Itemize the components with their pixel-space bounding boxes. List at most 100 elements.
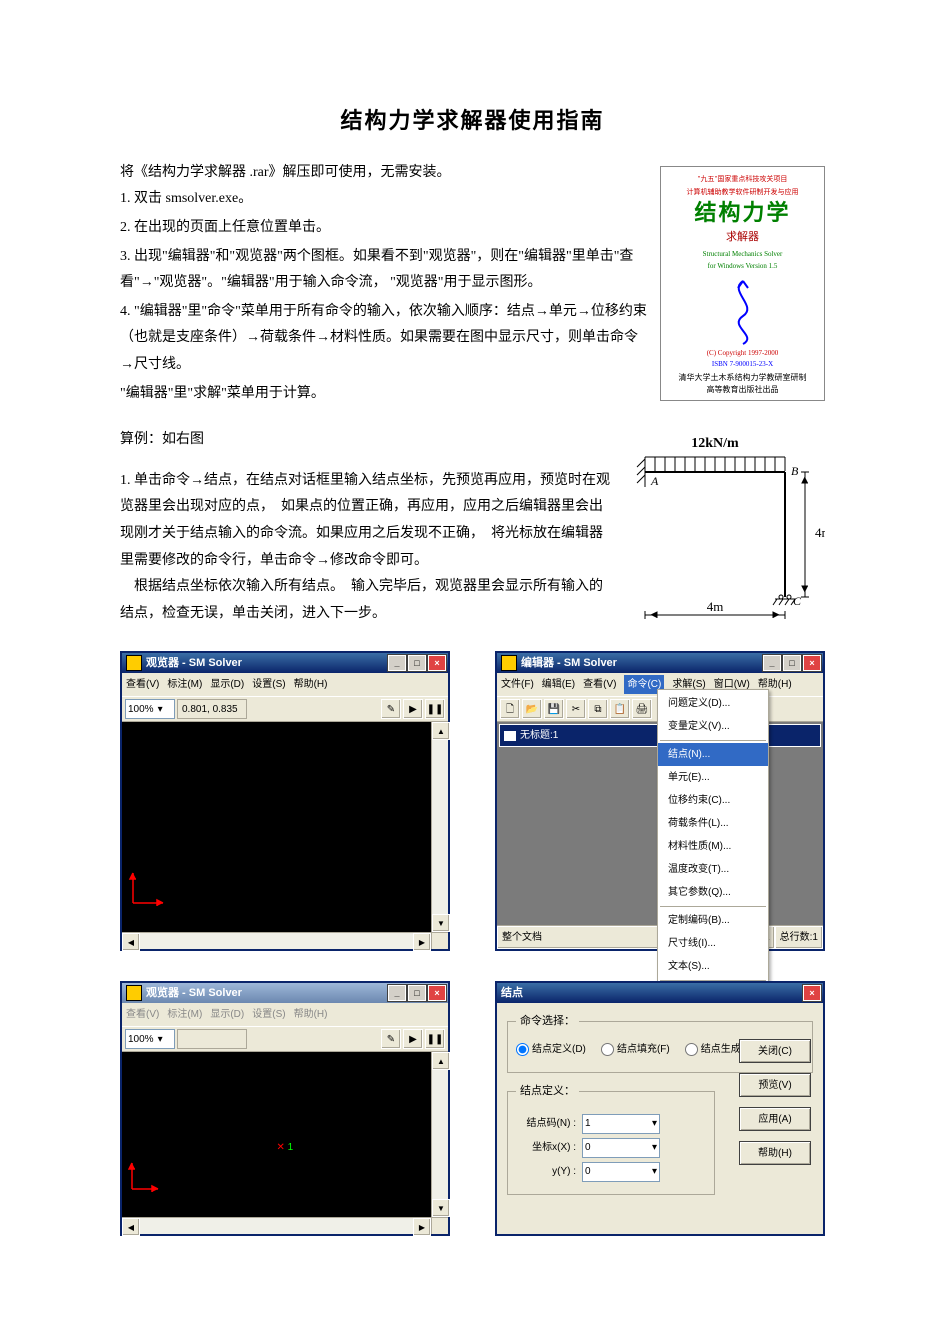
dropdown-item[interactable]: 尺寸线(I)...: [658, 932, 768, 955]
dropdown-item[interactable]: 温度改变(T)...: [658, 858, 768, 881]
maximize-button[interactable]: □: [783, 655, 801, 671]
new-icon[interactable]: 🗋: [500, 699, 520, 719]
menu-item[interactable]: 查看(V): [126, 1005, 159, 1024]
menu-item[interactable]: 编辑(E): [542, 675, 575, 694]
zoom-select[interactable]: 100%: [125, 1029, 175, 1049]
command-dropdown: 问题定义(D)... 变量定义(V)... 结点(N)... 单元(E)... …: [657, 689, 769, 1009]
horizontal-scrollbar[interactable]: ◀▶: [122, 932, 448, 949]
field-label: 坐标x(X) :: [516, 1138, 576, 1157]
splash-english1: Structural Mechanics Solver: [703, 250, 783, 258]
dropdown-item[interactable]: 问题定义(D)...: [658, 692, 768, 715]
splash-big-title: 结构力学: [694, 201, 790, 225]
splash-logo-icon: [718, 275, 768, 347]
window-title: 观览器 - SM Solver: [146, 653, 242, 674]
titlebar-inactive[interactable]: 观览器 - SM Solver _ □ ×: [122, 983, 448, 1003]
beam-diagram: 12kN/m A B C 4m: [625, 427, 825, 627]
radio-define[interactable]: 结点定义(D): [516, 1040, 586, 1059]
field-label: y(Y) :: [516, 1162, 576, 1181]
save-icon[interactable]: 💾: [544, 699, 564, 719]
dialog-titlebar[interactable]: 结点 ×: [497, 983, 823, 1003]
paste-icon[interactable]: 📋: [610, 699, 630, 719]
status-total: 总行数:1: [775, 926, 823, 949]
menu-item[interactable]: 文件(F): [501, 675, 534, 694]
vertical-scrollbar[interactable]: ▲▼: [431, 1052, 448, 1217]
splash-isbn: ISBN 7-900015-23-X: [712, 358, 773, 371]
titlebar[interactable]: 观览器 - SM Solver _ □ ×: [122, 653, 448, 673]
node-B-label: B: [791, 464, 799, 478]
close-button[interactable]: ×: [428, 985, 446, 1001]
minimize-button[interactable]: _: [388, 985, 406, 1001]
dialog-title: 结点: [501, 983, 523, 1004]
close-button[interactable]: ×: [803, 655, 821, 671]
radio-fill[interactable]: 结点填充(F): [601, 1040, 670, 1059]
splash-org2: 高等教育出版社出品: [707, 385, 779, 395]
menu-item[interactable]: 标注(M): [167, 675, 202, 694]
close-button[interactable]: ×: [428, 655, 446, 671]
dropdown-item[interactable]: 定制编码(B)...: [658, 909, 768, 932]
menu-item[interactable]: 查看(V): [583, 675, 616, 694]
dropdown-item[interactable]: 材料性质(M)...: [658, 835, 768, 858]
splash-project-line2: 计算机辅助教学软件研制开发与应用: [687, 188, 799, 197]
viewer-canvas[interactable]: [122, 722, 431, 932]
splash-org1: 清华大学土木系结构力学教研室研制: [679, 373, 807, 383]
open-icon[interactable]: 📂: [522, 699, 542, 719]
step-item: 4. "编辑器"里"命令"菜单用于所有命令的输入，依次输入顺序：结点→单元→位移…: [120, 299, 650, 379]
menu-item[interactable]: 显示(D): [210, 1005, 244, 1024]
dropdown-item[interactable]: 位移约束(C)...: [658, 789, 768, 812]
minimize-button[interactable]: _: [763, 655, 781, 671]
splash-project-line1: "九五"国家重点科技攻关项目: [698, 175, 788, 184]
node-marker: ✕ 1: [277, 1138, 294, 1157]
print-icon[interactable]: 🖨: [632, 699, 652, 719]
width-label: 4m: [707, 599, 724, 614]
splash-english2: for Windows Version 1.5: [708, 262, 778, 270]
dropdown-item[interactable]: 其它参数(Q)...: [658, 881, 768, 904]
preview-button[interactable]: 预览(V): [739, 1073, 811, 1097]
menu-item[interactable]: 标注(M): [167, 1005, 202, 1024]
maximize-button[interactable]: □: [408, 655, 426, 671]
example-label: 算例：如右图: [120, 427, 615, 454]
splash-card: "九五"国家重点科技攻关项目 计算机辅助教学软件研制开发与应用 结构力学 求解器…: [660, 166, 825, 401]
menu-item[interactable]: 查看(V): [126, 675, 159, 694]
tool-icon[interactable]: ✎: [381, 1029, 401, 1049]
play-icon[interactable]: ▶: [403, 1029, 423, 1049]
menu-item[interactable]: 设置(S): [252, 675, 285, 694]
menu-item[interactable]: 设置(S): [252, 1005, 285, 1024]
close-button[interactable]: ×: [803, 985, 821, 1001]
dropdown-item[interactable]: 荷载条件(L)...: [658, 812, 768, 835]
menu-item[interactable]: 显示(D): [210, 675, 244, 694]
pause-icon[interactable]: ❚❚: [425, 1029, 445, 1049]
minimize-button[interactable]: _: [388, 655, 406, 671]
horizontal-scrollbar[interactable]: ◀▶: [122, 1217, 448, 1234]
cut-icon[interactable]: ✂: [566, 699, 586, 719]
close-dialog-button[interactable]: 关闭(C): [739, 1039, 811, 1063]
dropdown-item-highlighted[interactable]: 结点(N)...: [658, 743, 768, 766]
menu-item[interactable]: 帮助(H): [294, 675, 328, 694]
tool-icon[interactable]: ✎: [381, 699, 401, 719]
page-title: 结构力学求解器使用指南: [120, 100, 825, 142]
zoom-select[interactable]: 100%: [125, 699, 175, 719]
copy-icon[interactable]: ⧉: [588, 699, 608, 719]
y-combo[interactable]: 0: [582, 1162, 660, 1182]
menu-item[interactable]: 帮助(H): [294, 1005, 328, 1024]
group-label: 结点定义：: [516, 1081, 579, 1102]
play-icon[interactable]: ▶: [403, 699, 423, 719]
node-define-group: 结点定义： 结点码(N) :1 坐标x(X) :0 y(Y) :0: [507, 1081, 715, 1195]
step-item: 1. 双击 smsolver.exe。: [120, 186, 650, 213]
dropdown-item[interactable]: 单元(E)...: [658, 766, 768, 789]
titlebar[interactable]: 编辑器 - SM Solver _ □ ×: [497, 653, 823, 673]
group-label: 命令选择：: [516, 1011, 579, 1032]
height-label: 4m: [815, 525, 825, 540]
dropdown-item[interactable]: 文本(S)...: [658, 955, 768, 978]
maximize-button[interactable]: □: [408, 985, 426, 1001]
node-id-combo[interactable]: 1: [582, 1114, 660, 1134]
window-title: 观览器 - SM Solver: [146, 983, 242, 1004]
viewer-canvas[interactable]: ✕ 1: [122, 1052, 431, 1217]
load-label: 12kN/m: [691, 436, 739, 451]
window-title: 编辑器 - SM Solver: [521, 653, 617, 674]
dropdown-item[interactable]: 变量定义(V)...: [658, 715, 768, 738]
apply-button[interactable]: 应用(A): [739, 1107, 811, 1131]
pause-icon[interactable]: ❚❚: [425, 699, 445, 719]
help-button[interactable]: 帮助(H): [739, 1141, 811, 1165]
vertical-scrollbar[interactable]: ▲▼: [431, 722, 448, 932]
x-combo[interactable]: 0: [582, 1138, 660, 1158]
